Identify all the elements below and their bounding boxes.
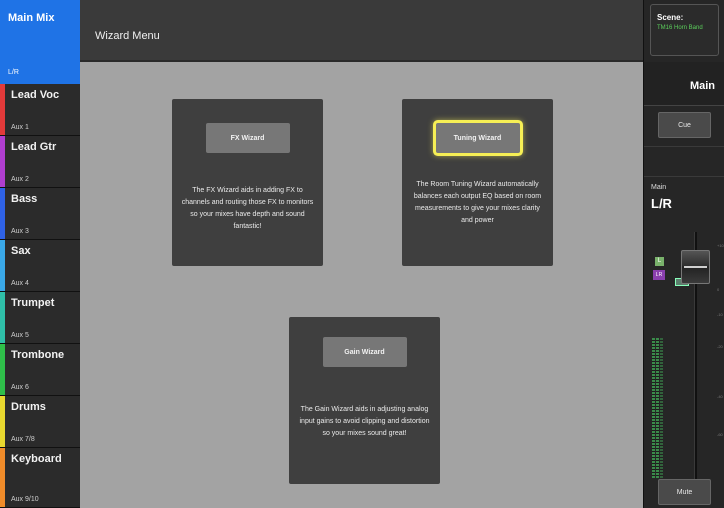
mute-button[interactable]: Mute [658,479,711,505]
mix-tile-label: Trombone [11,349,65,361]
channel-label: Main [651,184,667,191]
level-meter-left [652,338,655,478]
mix-tile-label: Sax [11,245,31,257]
mix-tile-bass[interactable]: Bass Aux 3 [0,188,80,240]
mix-tile-lead-gtr[interactable]: Lead Gtr Aux 2 [0,136,80,188]
right-channel-panel: Scene: TM16 Horn Band Main Cue Main L/R … [643,0,724,508]
scene-label: Scene: [657,13,684,22]
mix-tile-label: Drums [11,401,46,413]
right-panel-header: Main [644,62,724,106]
level-meter-aux [660,338,663,478]
mix-tile-keyboard[interactable]: Keyboard Aux 9/10 [0,448,80,508]
mix-tile-sublabel: L/R [8,69,19,76]
fx-wizard-card: FX Wizard The FX Wizard aids in adding F… [172,99,323,266]
right-panel-title: Main [689,80,715,92]
wizard-content-area: FX Wizard The FX Wizard aids in adding F… [80,62,643,508]
mix-tile-trombone[interactable]: Trombone Aux 6 [0,344,80,396]
lr-badge: LR [653,270,665,280]
mix-tile-trumpet[interactable]: Trumpet Aux 5 [0,292,80,344]
mix-tile-sublabel: Aux 7/8 [11,436,35,443]
channel-value: L/R [651,196,672,211]
fx-wizard-button[interactable]: FX Wizard [205,123,290,153]
mix-tile-main[interactable]: Main Mix L/R [0,0,80,84]
page-title: Wizard Menu [95,30,160,42]
tuning-wizard-button[interactable]: Tuning Wizard [435,123,520,153]
mix-tile-sublabel: Aux 2 [11,176,29,183]
mix-tile-label: Bass [11,193,38,205]
tuning-wizard-description: The Room Tuning Wizard automatically bal… [413,181,542,224]
color-stripe [0,240,5,291]
mix-tile-sublabel: Aux 5 [11,332,29,339]
color-stripe [0,136,5,187]
mix-tile-label: Lead Gtr [11,141,57,153]
scene-value: TM16 Horn Band [657,25,703,31]
mix-tile-sublabel: Aux 9/10 [11,496,39,503]
mix-tile-label: Lead Voc [11,89,60,101]
gain-wizard-description: The Gain Wizard aids in adjusting analog… [299,406,430,437]
mix-tile-sax[interactable]: Sax Aux 4 [0,240,80,292]
mix-tile-drums[interactable]: Drums Aux 7/8 [0,396,80,448]
mix-tile-sublabel: Aux 3 [11,228,29,235]
l-badge: L [655,257,664,266]
mix-tile-sublabel: Aux 6 [11,384,29,391]
gain-wizard-button[interactable]: Gain Wizard [322,337,407,367]
divider [644,146,724,147]
color-stripe [0,396,5,447]
page-header: Wizard Menu [80,0,643,62]
mix-tile-sublabel: Aux 1 [11,124,29,131]
mix-tile-sublabel: Aux 4 [11,280,29,287]
fx-wizard-description: The FX Wizard aids in adding FX to chann… [181,187,314,230]
mix-tile-label: Main Mix [8,12,55,24]
mix-sidebar: Main Mix L/R Lead Voc Aux 1 Lead Gtr Aux… [0,0,80,508]
color-stripe [0,292,5,343]
color-stripe [0,188,5,239]
divider [644,176,724,177]
color-stripe [0,448,5,507]
color-stripe [0,84,5,135]
mix-tile-lead-voc[interactable]: Lead Voc Aux 1 [0,84,80,136]
mix-tile-label: Keyboard [11,453,62,465]
mix-tile-label: Trumpet [11,297,55,309]
scene-selector[interactable]: Scene: TM16 Horn Band [650,4,719,56]
gain-wizard-card: Gain Wizard The Gain Wizard aids in adju… [289,317,440,484]
tuning-wizard-card: Tuning Wizard The Room Tuning Wizard aut… [402,99,553,266]
color-stripe [0,344,5,395]
main-fader-knob[interactable] [681,250,710,284]
cue-button[interactable]: Cue [658,112,711,138]
level-meter-right [656,338,659,478]
